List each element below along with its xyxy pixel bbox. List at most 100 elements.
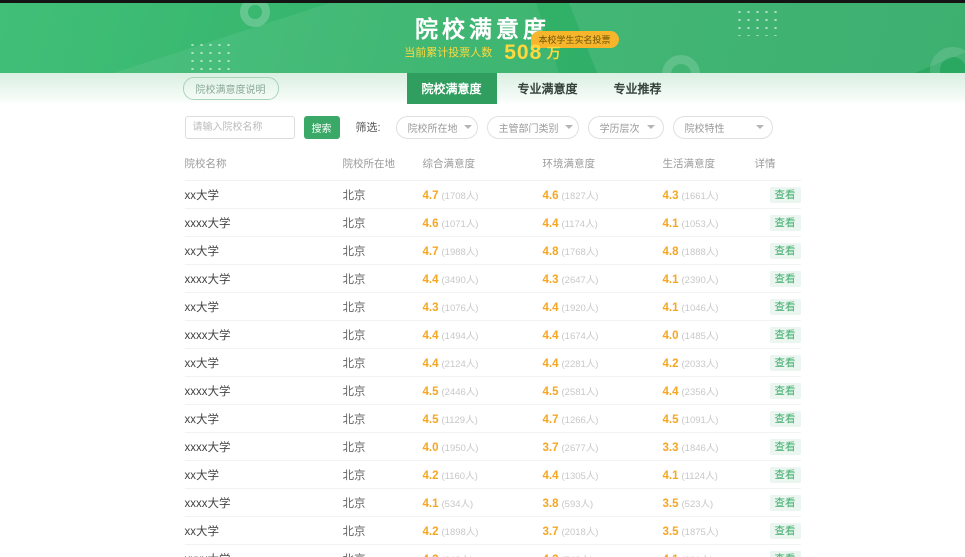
- environment-satisfaction-cell: 4.6(1827人): [543, 181, 663, 209]
- detail-cell: 查看: [755, 405, 801, 433]
- environment-score: 4.3: [543, 274, 559, 286]
- view-detail-link[interactable]: 查看: [770, 523, 801, 539]
- environment-score: 4.5: [543, 386, 559, 398]
- view-detail-link[interactable]: 查看: [770, 551, 801, 557]
- vote-count-line: 当前累计投票人数 508 万: [0, 41, 965, 65]
- environment-score: 4.4: [543, 302, 559, 314]
- life-vote-count: (1124人): [682, 471, 718, 482]
- filter-location-select[interactable]: 院校所在地: [396, 116, 478, 139]
- life-satisfaction-cell: 4.4(2356人): [663, 377, 755, 405]
- life-vote-count: (1053人): [682, 219, 719, 230]
- view-detail-link[interactable]: 查看: [770, 187, 801, 203]
- environment-vote-count: (1305人): [562, 471, 599, 482]
- environment-vote-count: (1768人): [562, 247, 599, 258]
- life-score: 4.1: [663, 554, 679, 557]
- environment-satisfaction-cell: 4.5(2581人): [543, 377, 663, 405]
- view-detail-link[interactable]: 查看: [770, 327, 801, 343]
- view-detail-link[interactable]: 查看: [770, 495, 801, 511]
- environment-vote-count: (593人): [562, 499, 594, 510]
- header-school-name: 院校名称: [185, 148, 343, 181]
- filter-authority-select[interactable]: 主管部门类别: [487, 116, 579, 139]
- tab-school-satisfaction[interactable]: 院校满意度: [407, 73, 497, 104]
- school-location: 北京: [343, 293, 423, 321]
- school-search-input[interactable]: [185, 116, 295, 139]
- detail-cell: 查看: [755, 517, 801, 545]
- vote-count-value: 508: [504, 41, 542, 64]
- environment-satisfaction-cell: 3.7(2018人): [543, 517, 663, 545]
- overall-satisfaction-cell: 4.6(1071人): [423, 209, 543, 237]
- school-location: 北京: [343, 265, 423, 293]
- overall-vote-count: (1950人): [442, 443, 479, 454]
- life-score: 4.8: [663, 246, 679, 258]
- overall-vote-count: (3490人): [442, 275, 479, 286]
- filter-school-trait-select[interactable]: 院校特性: [673, 116, 773, 139]
- view-detail-link[interactable]: 查看: [770, 439, 801, 455]
- environment-satisfaction-cell: 4.3(2647人): [543, 265, 663, 293]
- school-location: 北京: [343, 237, 423, 265]
- table-row: xx大学 北京 4.7(1708人) 4.6(1827人) 4.3(1661人)…: [185, 181, 801, 209]
- vote-count-label: 当前累计投票人数: [404, 47, 492, 59]
- view-detail-link[interactable]: 查看: [770, 271, 801, 287]
- view-detail-link[interactable]: 查看: [770, 355, 801, 371]
- overall-vote-count: (2446人): [442, 387, 479, 398]
- overall-satisfaction-cell: 4.5(2446人): [423, 377, 543, 405]
- life-score: 4.1: [663, 302, 679, 314]
- environment-satisfaction-cell: 3.7(2677人): [543, 433, 663, 461]
- overall-score: 4.2: [423, 470, 439, 482]
- life-vote-count: (2390人): [682, 275, 719, 286]
- school-name: xx大学: [185, 237, 343, 265]
- school-name: xx大学: [185, 349, 343, 377]
- environment-vote-count: (2018人): [562, 527, 599, 538]
- school-name: xxxx大学: [185, 545, 343, 557]
- detail-cell: 查看: [755, 461, 801, 489]
- school-name: xxxx大学: [185, 265, 343, 293]
- filter-degree-level-select[interactable]: 学历层次: [588, 116, 664, 139]
- detail-cell: 查看: [755, 293, 801, 321]
- view-detail-link[interactable]: 查看: [770, 467, 801, 483]
- detail-cell: 查看: [755, 237, 801, 265]
- tab-major-recommend[interactable]: 专业推荐: [599, 73, 677, 104]
- life-vote-count: (523人): [682, 499, 714, 510]
- life-score: 4.2: [663, 358, 679, 370]
- tab-major-satisfaction[interactable]: 专业满意度: [503, 73, 593, 104]
- environment-score: 3.8: [543, 498, 559, 510]
- search-button[interactable]: 搜索: [304, 116, 340, 139]
- filter-location-label: 院校所在地: [408, 120, 458, 135]
- view-detail-link[interactable]: 查看: [770, 383, 801, 399]
- environment-vote-count: (1920人): [562, 303, 599, 314]
- environment-vote-count: (1266人): [562, 415, 599, 426]
- life-score: 3.5: [663, 526, 679, 538]
- view-detail-link[interactable]: 查看: [770, 215, 801, 231]
- life-vote-count: (1661人): [682, 191, 719, 202]
- filter-row: 搜索 筛选: 院校所在地 主管部门类别 学历层次 院校特性: [185, 114, 781, 140]
- life-vote-count: (1846人): [682, 443, 719, 454]
- school-name: xxxx大学: [185, 321, 343, 349]
- detail-cell: 查看: [755, 349, 801, 377]
- overall-vote-count: (534人): [442, 499, 474, 510]
- school-location: 北京: [343, 489, 423, 517]
- overall-score: 4.0: [423, 442, 439, 454]
- school-name: xxxx大学: [185, 377, 343, 405]
- environment-satisfaction-cell: 4.4(2281人): [543, 349, 663, 377]
- life-score: 4.1: [663, 218, 679, 230]
- school-location: 北京: [343, 545, 423, 557]
- view-detail-link[interactable]: 查看: [770, 243, 801, 259]
- overall-satisfaction-cell: 4.4(3490人): [423, 265, 543, 293]
- view-detail-link[interactable]: 查看: [770, 411, 801, 427]
- environment-score: 4.7: [543, 414, 559, 426]
- school-location: 北京: [343, 461, 423, 489]
- environment-score: 4.4: [543, 470, 559, 482]
- school-name: xxxx大学: [185, 489, 343, 517]
- life-satisfaction-cell: 4.3(1661人): [663, 181, 755, 209]
- environment-score: 4.4: [543, 358, 559, 370]
- school-name: xx大学: [185, 181, 343, 209]
- filter-degree-level-label: 学历层次: [600, 120, 640, 135]
- life-satisfaction-cell: 4.5(1091人): [663, 405, 755, 433]
- life-vote-count: (1888人): [682, 247, 719, 258]
- view-detail-link[interactable]: 查看: [770, 299, 801, 315]
- page-title: 院校满意度: [0, 10, 965, 44]
- school-location: 北京: [343, 321, 423, 349]
- table-header-row: 院校名称 院校所在地 综合满意度 环境满意度 生活满意度 详情: [185, 148, 801, 181]
- satisfaction-explain-button[interactable]: 院校满意度说明: [183, 77, 279, 100]
- environment-vote-count: (1827人): [562, 191, 599, 202]
